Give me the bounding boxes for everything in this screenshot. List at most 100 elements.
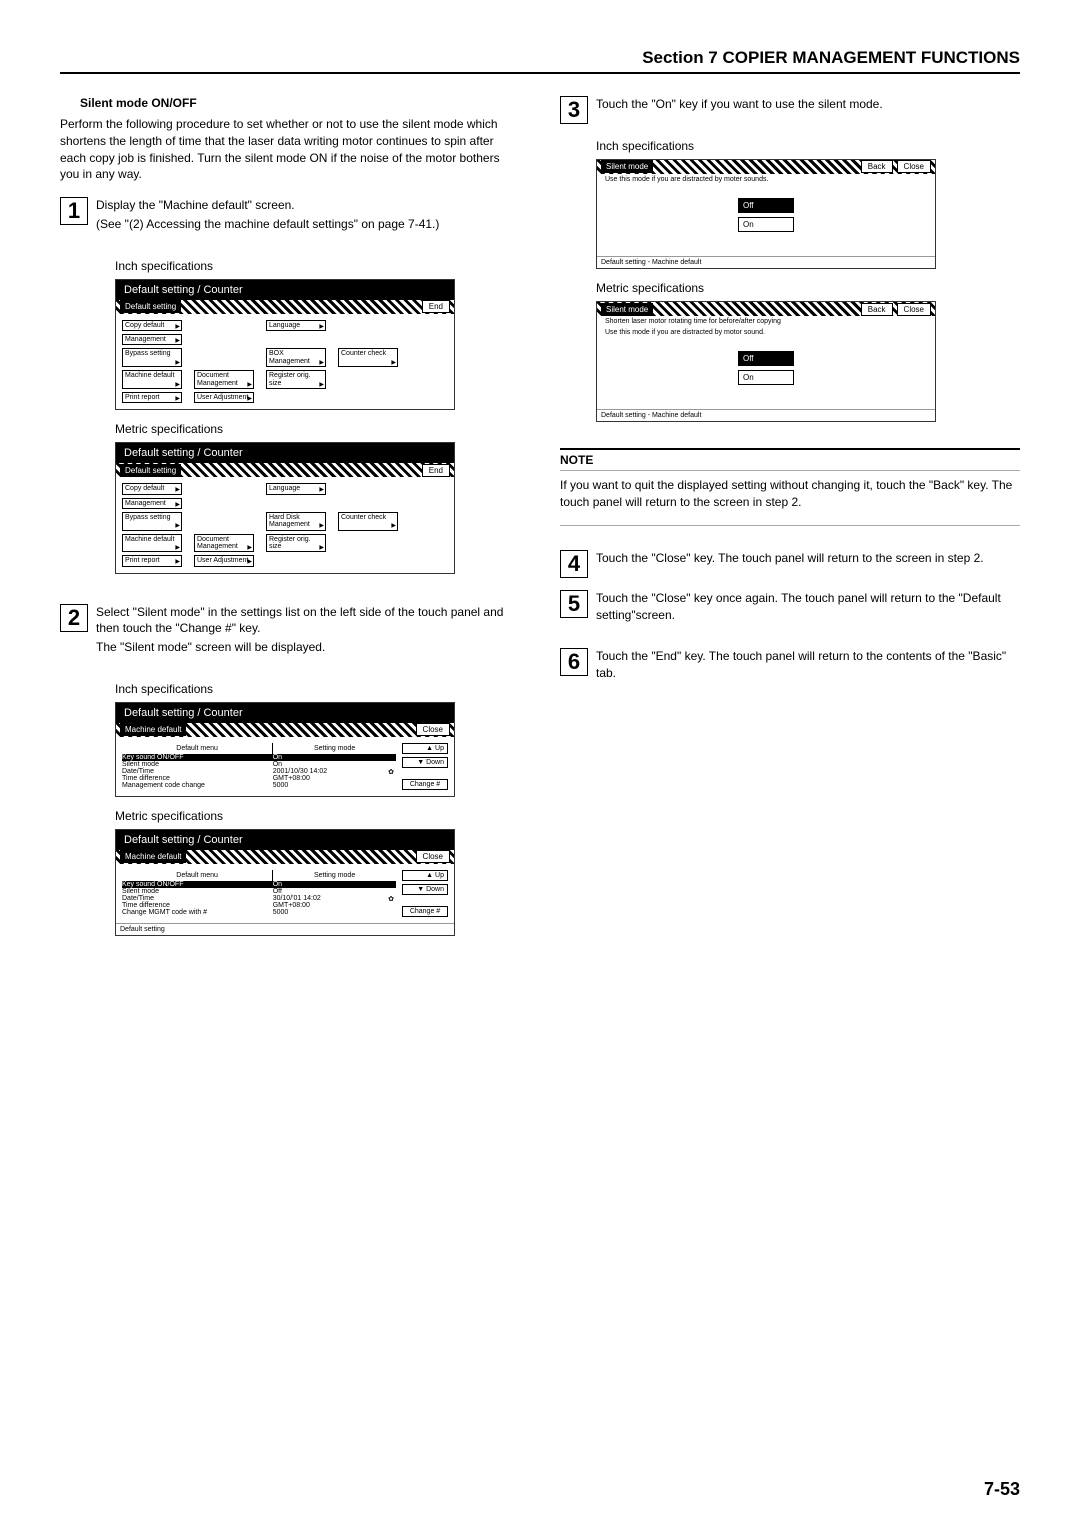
list-row[interactable]: Date/Time2001/10/30 14:02✿ bbox=[122, 768, 396, 775]
tab-counter[interactable]: Counter check bbox=[338, 512, 398, 531]
step-1-line-b: (See "(2) Accessing the machine default … bbox=[96, 216, 439, 233]
step-4: 4 Touch the "Close" key. The touch panel… bbox=[560, 550, 1020, 581]
down-button[interactable]: ▼ Down bbox=[402, 884, 448, 895]
on-button[interactable]: On bbox=[738, 370, 794, 385]
list-row-selected[interactable]: Key sound ON/OFFOn bbox=[122, 754, 396, 761]
off-button[interactable]: Off bbox=[738, 198, 794, 213]
list-row[interactable]: Silent modeOff bbox=[122, 888, 396, 895]
step-1: 1 Display the "Machine default" screen. … bbox=[60, 197, 520, 247]
silent-message-2: Use this mode if you are distracted by m… bbox=[605, 329, 935, 337]
silent-mode-panel-metric: Silent mode Back Close Shorten laser mot… bbox=[596, 301, 936, 422]
tab-machine-default[interactable]: Machine default bbox=[122, 370, 182, 389]
tab-management[interactable]: Management bbox=[122, 334, 182, 345]
tab-print-report[interactable]: Print report bbox=[122, 392, 182, 403]
tab-bypass[interactable]: Bypass setting bbox=[122, 348, 182, 367]
column-header-mode: Setting mode bbox=[273, 870, 396, 881]
list-row[interactable]: Change MGMT code with #5000 bbox=[122, 909, 396, 916]
close-button[interactable]: Close bbox=[416, 850, 450, 863]
silent-message-1: Shorten laser motor rotating time for be… bbox=[605, 318, 935, 326]
step-5-text: Touch the "Close" key once again. The to… bbox=[596, 590, 1020, 624]
left-column: Silent mode ON/OFF Perform the following… bbox=[60, 96, 520, 946]
up-button[interactable]: ▲ Up bbox=[402, 870, 448, 881]
tab-machine-default[interactable]: Machine default bbox=[122, 534, 182, 553]
machine-default-panel-inch: Default setting / Counter Machine defaul… bbox=[115, 702, 455, 797]
list-row[interactable]: Date/Time30/10/'01 14:02✿ bbox=[122, 895, 396, 902]
end-button[interactable]: End bbox=[422, 300, 450, 313]
step-6: 6 Touch the "End" key. The touch panel w… bbox=[560, 648, 1020, 696]
tab-box-mgmt[interactable]: BOX Management bbox=[266, 348, 326, 367]
change-button[interactable]: Change # bbox=[402, 906, 448, 917]
off-button[interactable]: Off bbox=[738, 351, 794, 366]
step-2-line-a: Select "Silent mode" in the settings lis… bbox=[96, 604, 520, 638]
default-setting-panel-inch-1: Default setting / Counter Default settin… bbox=[115, 279, 455, 410]
silent-chip[interactable]: Silent mode bbox=[601, 303, 653, 316]
panel-footer: Default setting - Machine default bbox=[597, 256, 935, 268]
close-button[interactable]: Close bbox=[897, 160, 931, 173]
breadcrumb-chip[interactable]: Default setting bbox=[120, 300, 181, 313]
panel-title: Default setting / Counter bbox=[116, 703, 454, 723]
tab-doc-mgmt[interactable]: Document Management bbox=[194, 370, 254, 389]
tab-management[interactable]: Management bbox=[122, 498, 182, 509]
change-button[interactable]: Change # bbox=[402, 779, 448, 790]
right-column: 3 Touch the "On" key if you want to use … bbox=[560, 96, 1020, 946]
list-row[interactable]: Time differenceGMT+08:00 bbox=[122, 902, 396, 909]
step-number-box: 1 bbox=[60, 197, 88, 225]
step-5: 5 Touch the "Close" key once again. The … bbox=[560, 590, 1020, 638]
column-header-menu: Default menu bbox=[122, 870, 273, 881]
step-3-text: Touch the "On" key if you want to use th… bbox=[596, 96, 883, 113]
down-button[interactable]: ▼ Down bbox=[402, 757, 448, 768]
step-3: 3 Touch the "On" key if you want to use … bbox=[560, 96, 1020, 127]
tab-language[interactable]: Language bbox=[266, 483, 326, 494]
list-row-selected[interactable]: Key sound ON/OFFOn bbox=[122, 881, 396, 888]
step-2-line-b: The "Silent mode" screen will be display… bbox=[96, 639, 520, 656]
breadcrumb-chip[interactable]: Machine default bbox=[120, 723, 186, 736]
intro-paragraph: Perform the following procedure to set w… bbox=[60, 116, 520, 183]
tab-language[interactable]: Language bbox=[266, 320, 326, 331]
tab-user-adj[interactable]: User Adjustment bbox=[194, 392, 254, 403]
page-number: 7-53 bbox=[984, 1479, 1020, 1500]
tab-doc-mgmt[interactable]: Document Management bbox=[194, 534, 254, 553]
section-heading: Silent mode ON/OFF bbox=[80, 96, 520, 110]
silent-mode-panel-inch: Silent mode Back Close Use this mode if … bbox=[596, 159, 936, 269]
panel-title: Default setting / Counter bbox=[116, 280, 454, 300]
tab-hdd-mgmt[interactable]: Hard Disk Management bbox=[266, 512, 326, 531]
list-row[interactable]: Silent modeOn bbox=[122, 761, 396, 768]
step-2: 2 Select "Silent mode" in the settings l… bbox=[60, 604, 520, 670]
on-button[interactable]: On bbox=[738, 217, 794, 232]
tab-copy-default[interactable]: Copy default bbox=[122, 320, 182, 331]
end-button[interactable]: End bbox=[422, 464, 450, 477]
close-button[interactable]: Close bbox=[416, 723, 450, 736]
list-row[interactable]: Time differenceGMT+08:00 bbox=[122, 775, 396, 782]
list-row[interactable]: Management code change5000 bbox=[122, 782, 396, 789]
page-header: Section 7 COPIER MANAGEMENT FUNCTIONS bbox=[60, 48, 1020, 74]
tab-bypass[interactable]: Bypass setting bbox=[122, 512, 182, 531]
back-button[interactable]: Back bbox=[861, 303, 893, 316]
step-number-box: 6 bbox=[560, 648, 588, 676]
tab-register[interactable]: Register orig. size bbox=[266, 534, 326, 553]
tab-copy-default[interactable]: Copy default bbox=[122, 483, 182, 494]
tab-print-report[interactable]: Print report bbox=[122, 555, 182, 566]
close-button[interactable]: Close bbox=[897, 303, 931, 316]
panel-title: Default setting / Counter bbox=[116, 830, 454, 850]
step-number-box: 5 bbox=[560, 590, 588, 618]
tab-register[interactable]: Register orig. size bbox=[266, 370, 326, 389]
breadcrumb-chip[interactable]: Machine default bbox=[120, 850, 186, 863]
silent-chip[interactable]: Silent mode bbox=[601, 160, 653, 173]
panel-footer: Default setting bbox=[116, 923, 454, 935]
step-6-text: Touch the "End" key. The touch panel wil… bbox=[596, 648, 1020, 682]
inch-spec-label: Inch specifications bbox=[115, 259, 520, 273]
step-4-text: Touch the "Close" key. The touch panel w… bbox=[596, 550, 984, 567]
back-button[interactable]: Back bbox=[861, 160, 893, 173]
breadcrumb-chip[interactable]: Default setting bbox=[120, 464, 181, 477]
step-number-box: 4 bbox=[560, 550, 588, 578]
up-button[interactable]: ▲ Up bbox=[402, 743, 448, 754]
metric-spec-label: Metric specifications bbox=[115, 422, 520, 436]
tab-counter[interactable]: Counter check bbox=[338, 348, 398, 367]
silent-message: Use this mode if you are distracted by m… bbox=[605, 176, 935, 184]
column-header-mode: Setting mode bbox=[273, 743, 396, 754]
note-divider: NOTE bbox=[560, 448, 1020, 471]
metric-spec-label-r: Metric specifications bbox=[596, 281, 1020, 295]
inch-spec-label-r: Inch specifications bbox=[596, 139, 1020, 153]
tab-user-adj[interactable]: User Adjustment bbox=[194, 555, 254, 566]
metric-spec-label-2: Metric specifications bbox=[115, 809, 520, 823]
